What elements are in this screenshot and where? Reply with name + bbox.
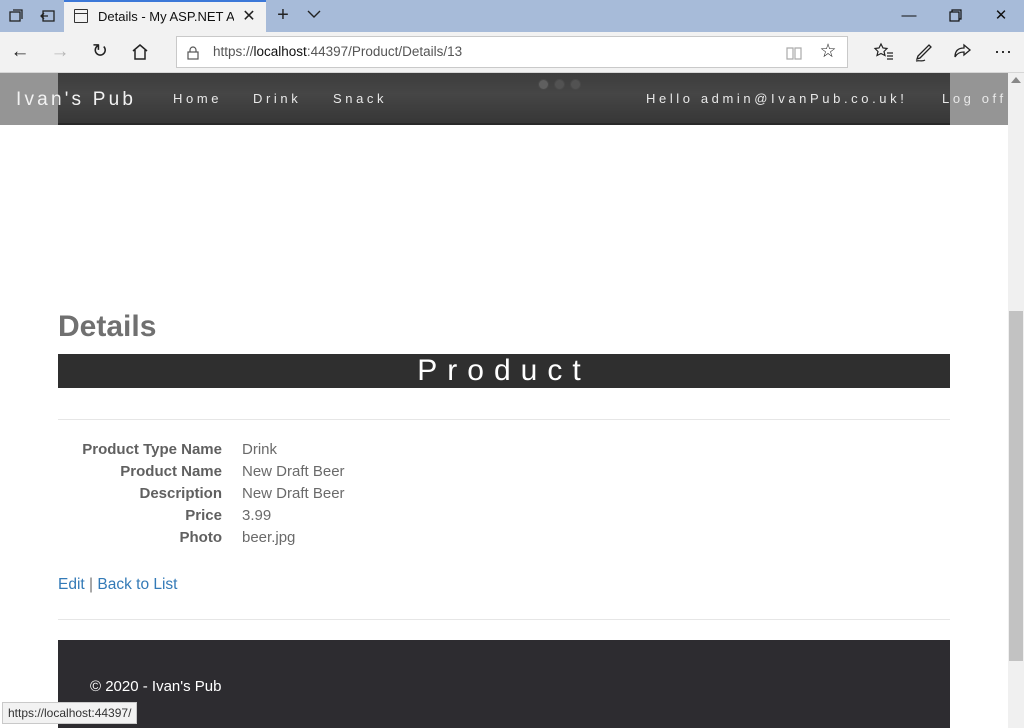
page-icon bbox=[74, 9, 88, 23]
link-separator: | bbox=[89, 576, 94, 593]
detail-row: Price 3.99 bbox=[58, 507, 558, 529]
field-value: New Draft Beer bbox=[242, 463, 345, 480]
minimize-icon[interactable]: — bbox=[886, 0, 932, 32]
vertical-scrollbar[interactable] bbox=[1008, 73, 1024, 728]
favorites-icon[interactable] bbox=[872, 40, 896, 64]
address-field[interactable]: https://localhost:44397/Product/Details/… bbox=[176, 36, 848, 68]
brand-link[interactable]: Ivan's Pub bbox=[16, 89, 136, 111]
pen-icon[interactable] bbox=[912, 40, 936, 64]
browser-tab-active[interactable]: Details - My ASP.NET Ap ✕ bbox=[64, 0, 266, 32]
logoff-link[interactable]: Log off bbox=[942, 91, 1007, 106]
nav-link-drink[interactable]: Drink bbox=[253, 91, 301, 106]
star-icon[interactable]: ☆ bbox=[817, 41, 839, 63]
site-footer: © 2020 - Ivan's Pub bbox=[58, 640, 950, 728]
lock-icon[interactable] bbox=[187, 46, 199, 60]
status-bar-url: https://localhost:44397/ bbox=[2, 702, 138, 724]
product-header-band: Product bbox=[58, 354, 950, 388]
close-icon[interactable]: ✕ bbox=[240, 8, 258, 26]
action-links: Edit | Back to List bbox=[58, 576, 178, 594]
field-label: Product Type Name bbox=[82, 441, 222, 458]
chevron-down-icon[interactable] bbox=[305, 5, 323, 23]
scroll-up-icon[interactable] bbox=[1011, 77, 1021, 83]
new-tab-icon[interactable]: + bbox=[272, 4, 294, 26]
tab-set-aside-icon[interactable] bbox=[8, 8, 24, 24]
detail-row: Product Type Name Drink bbox=[58, 441, 558, 463]
nav-link-home[interactable]: Home bbox=[173, 91, 222, 106]
share-icon[interactable] bbox=[951, 40, 975, 64]
field-value: Drink bbox=[242, 441, 278, 458]
restore-icon[interactable] bbox=[932, 0, 978, 32]
browser-tab-bar: Details - My ASP.NET Ap ✕ + — ✕ bbox=[0, 0, 1024, 32]
details-list: Product Type Name Drink Product Name New D… bbox=[58, 441, 558, 551]
address-toolbar: ← → ↻ https://localhost:44397/Product/De… bbox=[0, 32, 1024, 73]
user-greeting-link[interactable]: Hello admin@IvanPub.co.uk! bbox=[646, 91, 907, 106]
reading-view-icon bbox=[786, 47, 802, 60]
back-to-list-link[interactable]: Back to List bbox=[97, 576, 177, 593]
nav-link-snack[interactable]: Snack bbox=[333, 91, 387, 106]
field-value: 3.99 bbox=[242, 507, 272, 524]
edit-link[interactable]: Edit bbox=[58, 576, 85, 593]
copyright-text: © 2020 - Ivan's Pub bbox=[90, 678, 222, 695]
tab-title: Details - My ASP.NET Ap bbox=[98, 9, 234, 24]
field-value: New Draft Beer bbox=[242, 485, 345, 502]
close-window-icon[interactable]: ✕ bbox=[978, 0, 1024, 32]
back-icon[interactable]: ← bbox=[8, 40, 32, 64]
url-text: https://localhost:44397/Product/Details/… bbox=[213, 44, 463, 59]
page-title: Details bbox=[58, 310, 157, 343]
field-label: Price bbox=[185, 507, 222, 524]
detail-row: Description New Draft Beer bbox=[58, 485, 558, 507]
field-label: Description bbox=[139, 485, 222, 502]
product-header-text: Product bbox=[417, 354, 591, 387]
more-icon[interactable]: ⋯ bbox=[991, 40, 1015, 64]
divider bbox=[58, 419, 950, 420]
scrollbar-thumb[interactable] bbox=[1009, 311, 1023, 661]
field-label: Product Name bbox=[120, 463, 222, 480]
tab-back-icon[interactable] bbox=[40, 8, 56, 24]
refresh-icon[interactable]: ↻ bbox=[88, 40, 112, 64]
site-navbar: Ivan's Pub Home Drink Snack Hello admin@… bbox=[0, 73, 1008, 125]
home-icon[interactable] bbox=[128, 40, 152, 64]
page-viewport: Ivan's Pub Home Drink Snack Hello admin@… bbox=[0, 73, 1008, 728]
field-value: beer.jpg bbox=[242, 529, 296, 546]
field-label: Photo bbox=[179, 529, 223, 546]
forward-icon: → bbox=[50, 41, 70, 62]
divider bbox=[58, 619, 950, 620]
detail-row: Product Name New Draft Beer bbox=[58, 463, 558, 485]
detail-row: Photo beer.jpg bbox=[58, 529, 558, 551]
